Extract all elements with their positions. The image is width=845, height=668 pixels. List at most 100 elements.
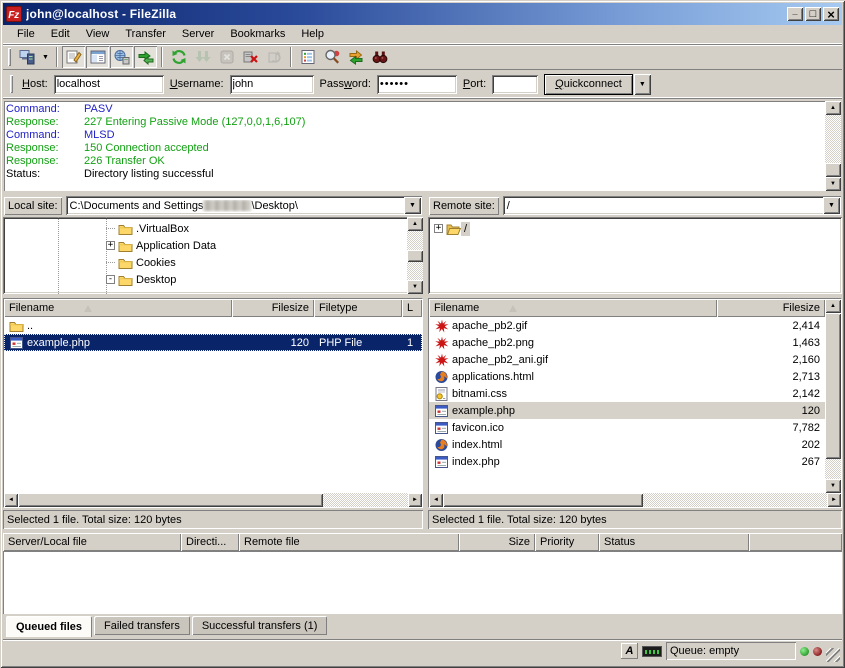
file-row[interactable]: favicon.ico7,782 [429,419,825,436]
tab-queued-files[interactable]: Queued files [6,616,92,637]
column-header-filesize[interactable]: Filesize [717,299,825,317]
speed-limits-icon[interactable] [642,646,662,657]
close-button[interactable] [823,7,839,21]
menu-transfer[interactable]: Transfer [117,26,174,42]
refresh-button[interactable] [167,46,190,68]
cancel-operation-button[interactable] [215,46,238,68]
scroll-right-icon[interactable] [827,493,841,507]
quickconnect-dropdown-icon[interactable] [634,74,651,95]
local-directory-tree: .VirtualBox Application Data Cookies Des… [3,217,423,294]
column-header-remote-file[interactable]: Remote file [239,533,459,551]
reconnect-button[interactable] [263,46,286,68]
file-row-example-php[interactable]: example.php120 [429,402,825,419]
toggle-message-log-button[interactable] [62,46,85,68]
scrollbar-thumb[interactable] [825,313,841,459]
remote-vertical-scrollbar[interactable] [825,299,841,493]
column-header-direction[interactable]: Directi... [181,533,239,551]
remote-horizontal-scrollbar[interactable] [429,493,841,507]
scroll-left-icon[interactable] [429,493,443,507]
column-header-status[interactable]: Status [599,533,749,551]
tree-item-root[interactable]: / [428,220,842,237]
column-header-filesize[interactable]: Filesize [232,299,314,317]
file-row[interactable]: applications.html2,713 [429,368,825,385]
tree-item-desktop[interactable]: Desktop [3,271,407,288]
toggle-local-tree-button[interactable] [86,46,109,68]
disconnect-button[interactable] [239,46,262,68]
maximize-button[interactable] [805,7,821,21]
file-row[interactable]: apache_pb2.gif2,414 [429,317,825,334]
scroll-down-icon[interactable] [825,177,841,191]
menu-view[interactable]: View [78,26,118,42]
username-input[interactable] [230,75,314,94]
process-queue-button[interactable] [191,46,214,68]
menu-server[interactable]: Server [174,26,222,42]
scroll-down-icon[interactable] [825,479,841,493]
file-row[interactable]: apache_pb2.png1,463 [429,334,825,351]
local-path-combo[interactable]: C:\Documents and Settings\Desktop\ [66,196,422,215]
expander-plus-icon[interactable] [106,241,115,250]
tree-item-application-data[interactable]: Application Data [3,237,407,254]
menu-bookmarks[interactable]: Bookmarks [222,26,293,42]
expander-minus-icon[interactable] [106,275,115,284]
password-input[interactable] [377,75,457,94]
file-row[interactable]: index.html202 [429,436,825,453]
file-row[interactable]: apache_pb2_ani.gif2,160 [429,351,825,368]
menu-file[interactable]: File [9,26,43,42]
log-scrollbar[interactable] [825,101,841,191]
scroll-up-icon[interactable] [825,101,841,115]
scroll-left-icon[interactable] [4,493,18,507]
scroll-down-icon[interactable] [407,280,423,294]
expander-plus-icon[interactable] [434,224,443,233]
site-manager-button[interactable] [15,46,38,68]
quickconnect-button[interactable]: Quickconnect [544,74,633,95]
scroll-right-icon[interactable] [408,493,422,507]
site-manager-dropdown-icon[interactable] [39,46,52,68]
column-header-server-local-file[interactable]: Server/Local file [3,533,181,551]
directory-listing-filters-button[interactable] [296,46,319,68]
php-file-icon [434,404,449,418]
scroll-up-icon[interactable] [825,299,841,313]
column-header-priority[interactable]: Priority [535,533,599,551]
local-horizontal-scrollbar[interactable] [4,493,422,507]
folder-icon [118,256,133,270]
column-header-filename[interactable]: Filename [4,299,232,317]
scroll-up-icon[interactable] [407,217,423,231]
toggle-transfer-queue-button[interactable] [134,46,157,68]
scrollbar-thumb[interactable] [407,250,423,262]
tab-failed-transfers[interactable]: Failed transfers [94,616,190,635]
scrollbar-thumb[interactable] [443,493,643,507]
tree-item-virtualbox[interactable]: .VirtualBox [3,220,407,237]
remote-path-combo[interactable]: / [503,196,841,215]
transfer-type-ascii-icon[interactable] [621,643,638,659]
local-tree-scrollbar[interactable] [407,217,423,294]
file-row-example-php[interactable]: example.php 120 PHP File 1 [4,334,422,351]
toggle-remote-tree-button[interactable] [110,46,133,68]
file-row[interactable]: bitnami.css2,142 [429,385,825,402]
scrollbar-thumb[interactable] [18,493,323,507]
scrollbar-thumb[interactable] [825,163,841,177]
ico-file-icon [434,421,449,435]
minimize-button[interactable] [787,7,803,21]
column-header-size[interactable]: Size [459,533,535,551]
column-header-filetype[interactable]: Filetype [314,299,402,317]
menu-edit[interactable]: Edit [43,26,78,42]
column-header-filename[interactable]: Filename [429,299,717,317]
combo-dropdown-icon[interactable] [823,197,840,214]
resize-grip[interactable] [826,648,840,662]
host-input[interactable] [54,75,164,94]
tree-item-cookies[interactable]: Cookies [3,254,407,271]
queue-tab-strip: Queued files Failed transfers Successful… [3,614,842,638]
menu-help[interactable]: Help [293,26,332,42]
directory-comparison-button[interactable] [320,46,343,68]
file-row-parent-dir[interactable]: .. [4,317,422,334]
tab-successful-transfers[interactable]: Successful transfers (1) [192,616,328,635]
remote-file-list: Filename Filesize apache_pb2.gif2,414 ap… [428,298,842,508]
title-bar[interactable]: Fz john@localhost - FileZilla [3,3,842,25]
find-files-button[interactable] [368,46,391,68]
port-input[interactable] [492,75,538,94]
folder-icon [118,222,133,236]
combo-dropdown-icon[interactable] [404,197,421,214]
synchronized-browsing-button[interactable] [344,46,367,68]
file-row[interactable]: index.php267 [429,453,825,470]
column-header-last-modified[interactable]: L [402,299,422,317]
